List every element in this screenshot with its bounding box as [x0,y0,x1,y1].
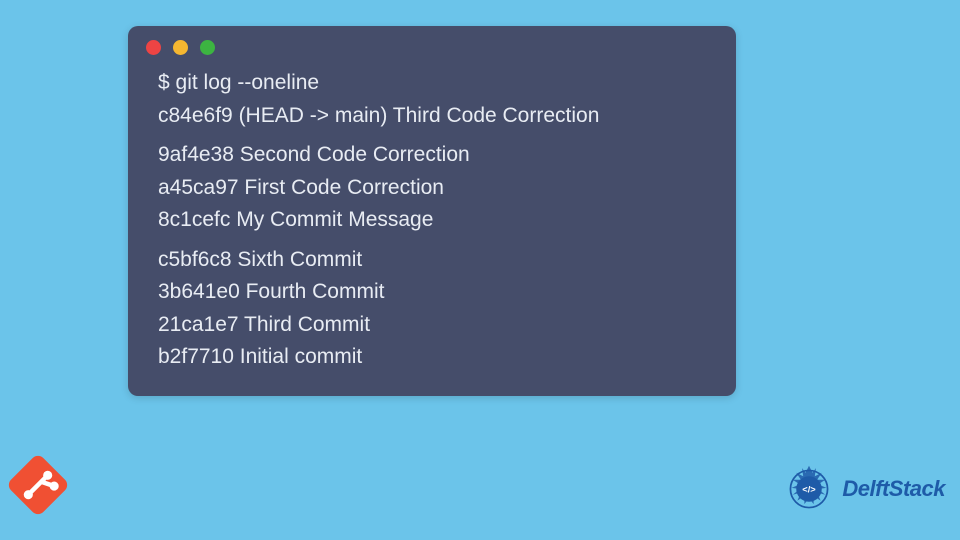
close-icon[interactable] [146,40,161,55]
terminal-output: c84e6f9 (HEAD -> main) Third Code Correc… [158,100,706,374]
window-title-bar [128,26,736,65]
terminal-output-line: c5bf6c8 Sixth Commit [158,244,706,277]
delftstack-text: DelftStack [842,476,945,502]
output-gap [158,132,706,139]
git-logo-icon [3,450,73,520]
terminal-output-line: 21ca1e7 Third Commit [158,309,706,342]
terminal-window: $ git log --oneline c84e6f9 (HEAD -> mai… [128,26,736,396]
terminal-output-line: c84e6f9 (HEAD -> main) Third Code Correc… [158,100,706,133]
delftstack-badge-icon: </> [780,460,838,518]
svg-text:</>: </> [803,484,817,494]
terminal-command: $ git log --oneline [158,67,706,100]
minimize-icon[interactable] [173,40,188,55]
output-gap [158,237,706,244]
terminal-output-line: 3b641e0 Fourth Commit [158,276,706,309]
terminal-output-line: 8c1cefc My Commit Message [158,204,706,237]
terminal-body: $ git log --oneline c84e6f9 (HEAD -> mai… [128,65,736,374]
terminal-output-line: a45ca97 First Code Correction [158,172,706,205]
terminal-output-line: b2f7710 Initial commit [158,341,706,374]
terminal-output-line: 9af4e38 Second Code Correction [158,139,706,172]
delftstack-logo: </> DelftStack [780,460,945,518]
maximize-icon[interactable] [200,40,215,55]
